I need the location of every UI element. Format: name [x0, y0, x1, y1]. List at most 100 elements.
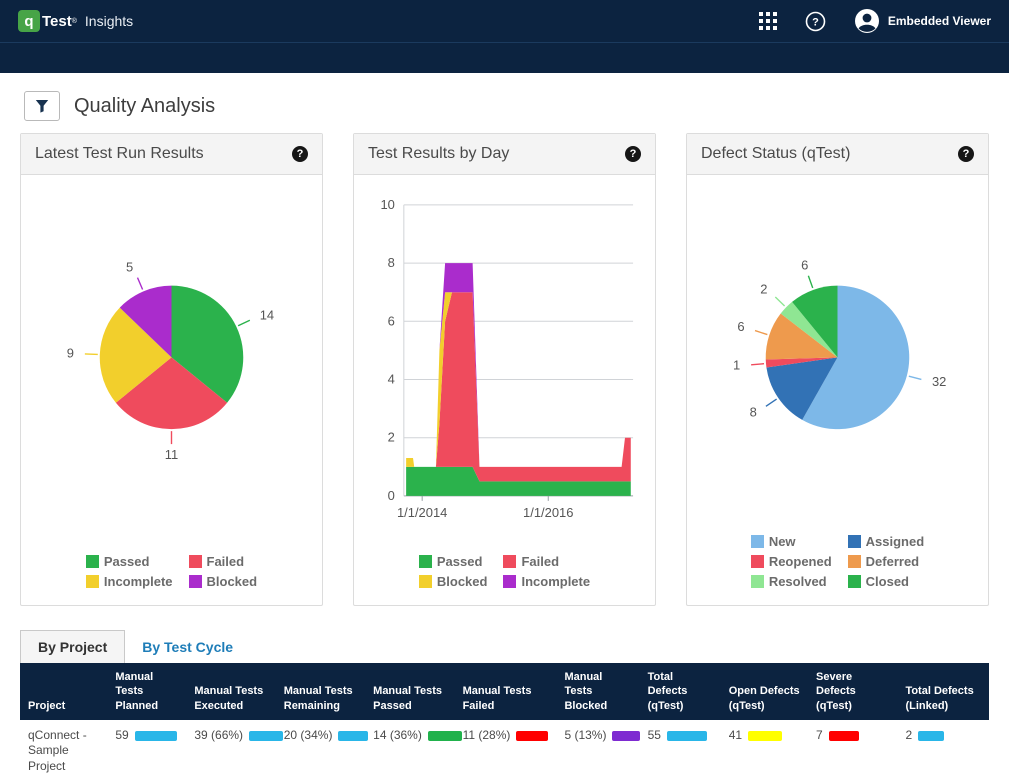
legend-swatch — [86, 575, 99, 588]
svg-text:11: 11 — [165, 447, 178, 462]
svg-text:4: 4 — [388, 371, 395, 386]
apps-grid-icon — [759, 12, 777, 30]
legend-item-reopened: Reopened — [751, 554, 832, 569]
metric-blocked: 5 (13%) — [564, 728, 631, 744]
metric-bar — [918, 731, 944, 741]
latest-test-run-pie-chart: 141195 — [21, 175, 322, 474]
filter-button[interactable] — [24, 91, 60, 121]
page-title: Quality Analysis — [74, 95, 215, 118]
metric-severe-defects: 7 — [816, 728, 889, 744]
table-row: qConnect - Sample Project 59 39 (66%) 20… — [20, 720, 989, 783]
app-root: q Test ® Insights ? — [0, 0, 1009, 783]
svg-text:1/1/2016: 1/1/2016 — [523, 505, 573, 520]
column-header-manual-tests-executed: Manual Tests Executed — [186, 663, 275, 720]
metric-linked-defects: 2 — [905, 728, 981, 744]
legend-swatch — [86, 555, 99, 568]
metric-bar — [338, 731, 368, 741]
help-button[interactable]: ? — [805, 11, 826, 32]
metric-total-defects: 55 — [648, 728, 713, 744]
qtest-logo-icon: q — [18, 10, 40, 32]
apps-grid-button[interactable] — [759, 12, 777, 30]
card-title: Latest Test Run Results — [35, 145, 204, 163]
legend-item-resolved: Resolved — [751, 574, 832, 589]
column-header-manual-tests-blocked: Manual Tests Blocked — [556, 663, 639, 720]
svg-text:2: 2 — [388, 430, 395, 445]
card-test-results-by-day: Test Results by Day ? 02468101/1/20141/1… — [353, 133, 656, 606]
card-help-icon[interactable]: ? — [292, 146, 308, 162]
metric-bar — [135, 731, 177, 741]
metric-bar — [748, 731, 782, 741]
svg-text:1: 1 — [733, 358, 740, 373]
top-navigation-bar: q Test ® Insights ? — [0, 0, 1009, 42]
person-icon — [854, 8, 880, 34]
legend-swatch — [751, 555, 764, 568]
svg-text:9: 9 — [67, 345, 74, 360]
tab-by-test-cycle[interactable]: By Test Cycle — [125, 631, 250, 663]
card-body: 141195 PassedFailedIncompleteBlocked — [21, 175, 322, 605]
legend-item-new: New — [751, 534, 832, 549]
brand-text: Test — [42, 13, 72, 30]
user-menu[interactable]: Embedded Viewer — [854, 8, 991, 34]
legend-swatch — [751, 575, 764, 588]
svg-text:8: 8 — [750, 404, 757, 419]
legend-item-passed: Passed — [86, 554, 173, 569]
legend-swatch — [419, 575, 432, 588]
card-help-icon[interactable]: ? — [625, 146, 641, 162]
column-header-manual-tests-passed: Manual Tests Passed — [365, 663, 454, 720]
legend-swatch — [419, 555, 432, 568]
svg-text:6: 6 — [737, 319, 744, 334]
svg-text:?: ? — [812, 16, 819, 28]
card-header: Latest Test Run Results ? — [21, 134, 322, 175]
product-name: Insights — [85, 13, 133, 29]
column-header-project: Project — [20, 663, 107, 720]
table-tabs: By Project By Test Cycle — [20, 630, 989, 663]
legend-swatch — [848, 535, 861, 548]
legend-item-failed: Failed — [189, 554, 258, 569]
legend-swatch — [503, 555, 516, 568]
svg-text:2: 2 — [760, 281, 767, 296]
metric-open-defects: 41 — [729, 728, 800, 744]
qtest-logo[interactable]: q Test ® Insights — [18, 10, 133, 32]
svg-text:8: 8 — [388, 255, 395, 270]
card-title: Test Results by Day — [368, 145, 509, 163]
legend-swatch — [751, 535, 764, 548]
metric-bar — [516, 731, 548, 741]
svg-text:6: 6 — [801, 257, 808, 272]
legend-swatch — [189, 555, 202, 568]
card-body: 02468101/1/20141/1/2016 PassedFailedBloc… — [354, 175, 655, 605]
legend-item-failed: Failed — [503, 554, 590, 569]
question-circle-icon: ? — [805, 11, 826, 32]
topbar-actions: ? Embedded Viewer — [759, 8, 991, 34]
metric-failed: 11 (28%) — [463, 728, 549, 744]
card-header: Defect Status (qTest) ? — [687, 134, 988, 175]
card-help-icon[interactable]: ? — [958, 146, 974, 162]
metric-remaining: 20 (34%) — [284, 728, 357, 744]
svg-text:14: 14 — [260, 308, 274, 323]
legend-item-passed: Passed — [419, 554, 488, 569]
legend-item-blocked: Blocked — [189, 574, 258, 589]
metric-executed: 39 (66%) — [194, 728, 267, 744]
card-header: Test Results by Day ? — [354, 134, 655, 175]
tab-by-project[interactable]: By Project — [20, 630, 125, 663]
svg-text:1/1/2014: 1/1/2014 — [397, 505, 447, 520]
legend-item-incomplete: Incomplete — [86, 574, 173, 589]
secondary-navigation-bar — [0, 42, 1009, 73]
defect-status-pie-chart: 32 8 1 6 2 6 — [687, 175, 988, 474]
project-name-cell: qConnect - Sample Project — [20, 720, 107, 783]
registered-mark: ® — [72, 18, 77, 25]
metric-passed: 14 (36%) — [373, 728, 446, 744]
svg-text:32: 32 — [932, 374, 946, 389]
column-header-total-defects-qtest: Total Defects (qTest) — [640, 663, 721, 720]
legend-item-assigned: Assigned — [848, 534, 925, 549]
metric-bar — [829, 731, 859, 741]
svg-text:0: 0 — [388, 488, 395, 503]
card-defect-status-qtest: Defect Status (qTest) ? 32 8 1 6 2 6 New Assig… — [686, 133, 989, 606]
metric-bar — [249, 731, 283, 741]
test-results-by-day-area-chart: 02468101/1/20141/1/2016 — [354, 175, 655, 524]
metric-planned: 59 — [115, 728, 178, 744]
column-header-manual-tests-failed: Manual Tests Failed — [455, 663, 557, 720]
svg-text:10: 10 — [380, 197, 394, 212]
card-body: 3281626 NewAssignedReopenedDeferredResol… — [687, 175, 988, 605]
project-metrics-table: Project Manual Tests Planned Manual Test… — [20, 663, 989, 783]
chart-legend: Passed Failed Incomplete Blocked — [86, 554, 257, 589]
